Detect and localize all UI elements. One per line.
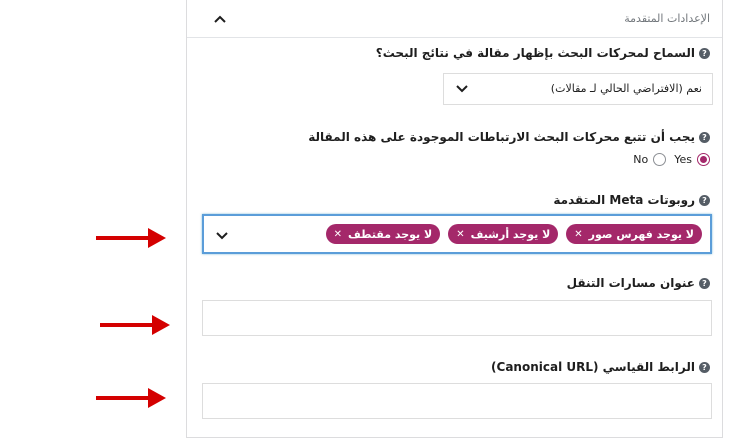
chevron-down-icon[interactable] — [216, 231, 228, 241]
radio-no-button[interactable] — [653, 153, 667, 166]
remove-tag-icon[interactable]: ✕ — [334, 229, 342, 240]
breadcrumbs-input[interactable] — [202, 300, 712, 336]
tag-label: لا يوجد أرشيف — [470, 227, 551, 241]
follow-links-radios: Yes No — [633, 153, 710, 166]
help-icon[interactable]: ? — [699, 194, 710, 206]
meta-robots-label: روبوتات Meta المتقدمة — [553, 193, 695, 207]
annotation-arrow-canonical — [96, 388, 166, 408]
chevron-down-icon — [456, 85, 468, 93]
canonical-url-input[interactable] — [202, 383, 712, 419]
tag-no-snippet: ✕ لا يوجد مقتطف — [325, 224, 441, 244]
tag-no-image-index: ✕ لا يوجد فهرس صور — [566, 224, 702, 244]
breadcrumbs-label: عنوان مسارات التنقل — [566, 276, 695, 290]
breadcrumbs-label-row: ? عنوان مسارات التنقل — [567, 276, 710, 290]
follow-links-label-row: ? يجب أن تتبع محركات البحث الارتباطات ال… — [308, 130, 710, 144]
annotation-arrow-breadcrumbs — [100, 315, 170, 335]
allow-search-label-row: ? السماح لمحركات البحث بإظهار مقالة في ن… — [376, 46, 710, 60]
tag-no-archive: ✕ لا يوجد أرشيف — [448, 224, 559, 244]
remove-tag-icon[interactable]: ✕ — [574, 229, 582, 240]
tag-label: لا يوجد فهرس صور — [588, 227, 694, 241]
allow-search-label: السماح لمحركات البحث بإظهار مقالة في نتا… — [375, 46, 695, 60]
radio-no[interactable]: No — [633, 153, 667, 166]
tag-list: ✕ لا يوجد فهرس صور ✕ لا يوجد أرشيف ✕ لا … — [325, 224, 702, 244]
radio-yes-button[interactable] — [697, 153, 710, 166]
section-title: الإعدادات المتقدمة — [624, 12, 710, 25]
radio-yes[interactable]: Yes — [674, 153, 710, 166]
remove-tag-icon[interactable]: ✕ — [456, 229, 464, 240]
chevron-up-icon — [214, 15, 226, 23]
help-icon[interactable]: ? — [699, 361, 710, 373]
help-icon[interactable]: ? — [699, 131, 710, 143]
canonical-label-row: ? الرابط القياسي (Canonical URL) — [491, 360, 710, 374]
meta-robots-label-row: ? روبوتات Meta المتقدمة — [553, 193, 710, 207]
radio-no-label: No — [633, 153, 649, 166]
tag-label: لا يوجد مقتطف — [348, 227, 433, 241]
annotation-arrow-robots — [96, 228, 166, 248]
advanced-settings-panel: الإعدادات المتقدمة ? السماح لمحركات البح… — [186, 0, 723, 438]
meta-robots-multiselect[interactable]: ✕ لا يوجد فهرس صور ✕ لا يوجد أرشيف ✕ لا … — [202, 214, 712, 254]
panel-header: الإعدادات المتقدمة — [187, 0, 722, 38]
help-icon[interactable]: ? — [699, 277, 710, 289]
help-icon[interactable]: ? — [699, 47, 710, 59]
allow-search-selected: نعم (الافتراضي الحالي لـ مقالات) — [550, 82, 702, 95]
allow-search-select[interactable]: نعم (الافتراضي الحالي لـ مقالات) — [443, 73, 713, 105]
follow-links-label: يجب أن تتبع محركات البحث الارتباطات المو… — [308, 130, 695, 144]
radio-yes-label: Yes — [674, 153, 692, 166]
collapse-button[interactable] — [209, 10, 231, 28]
canonical-label: الرابط القياسي (Canonical URL) — [491, 360, 695, 374]
